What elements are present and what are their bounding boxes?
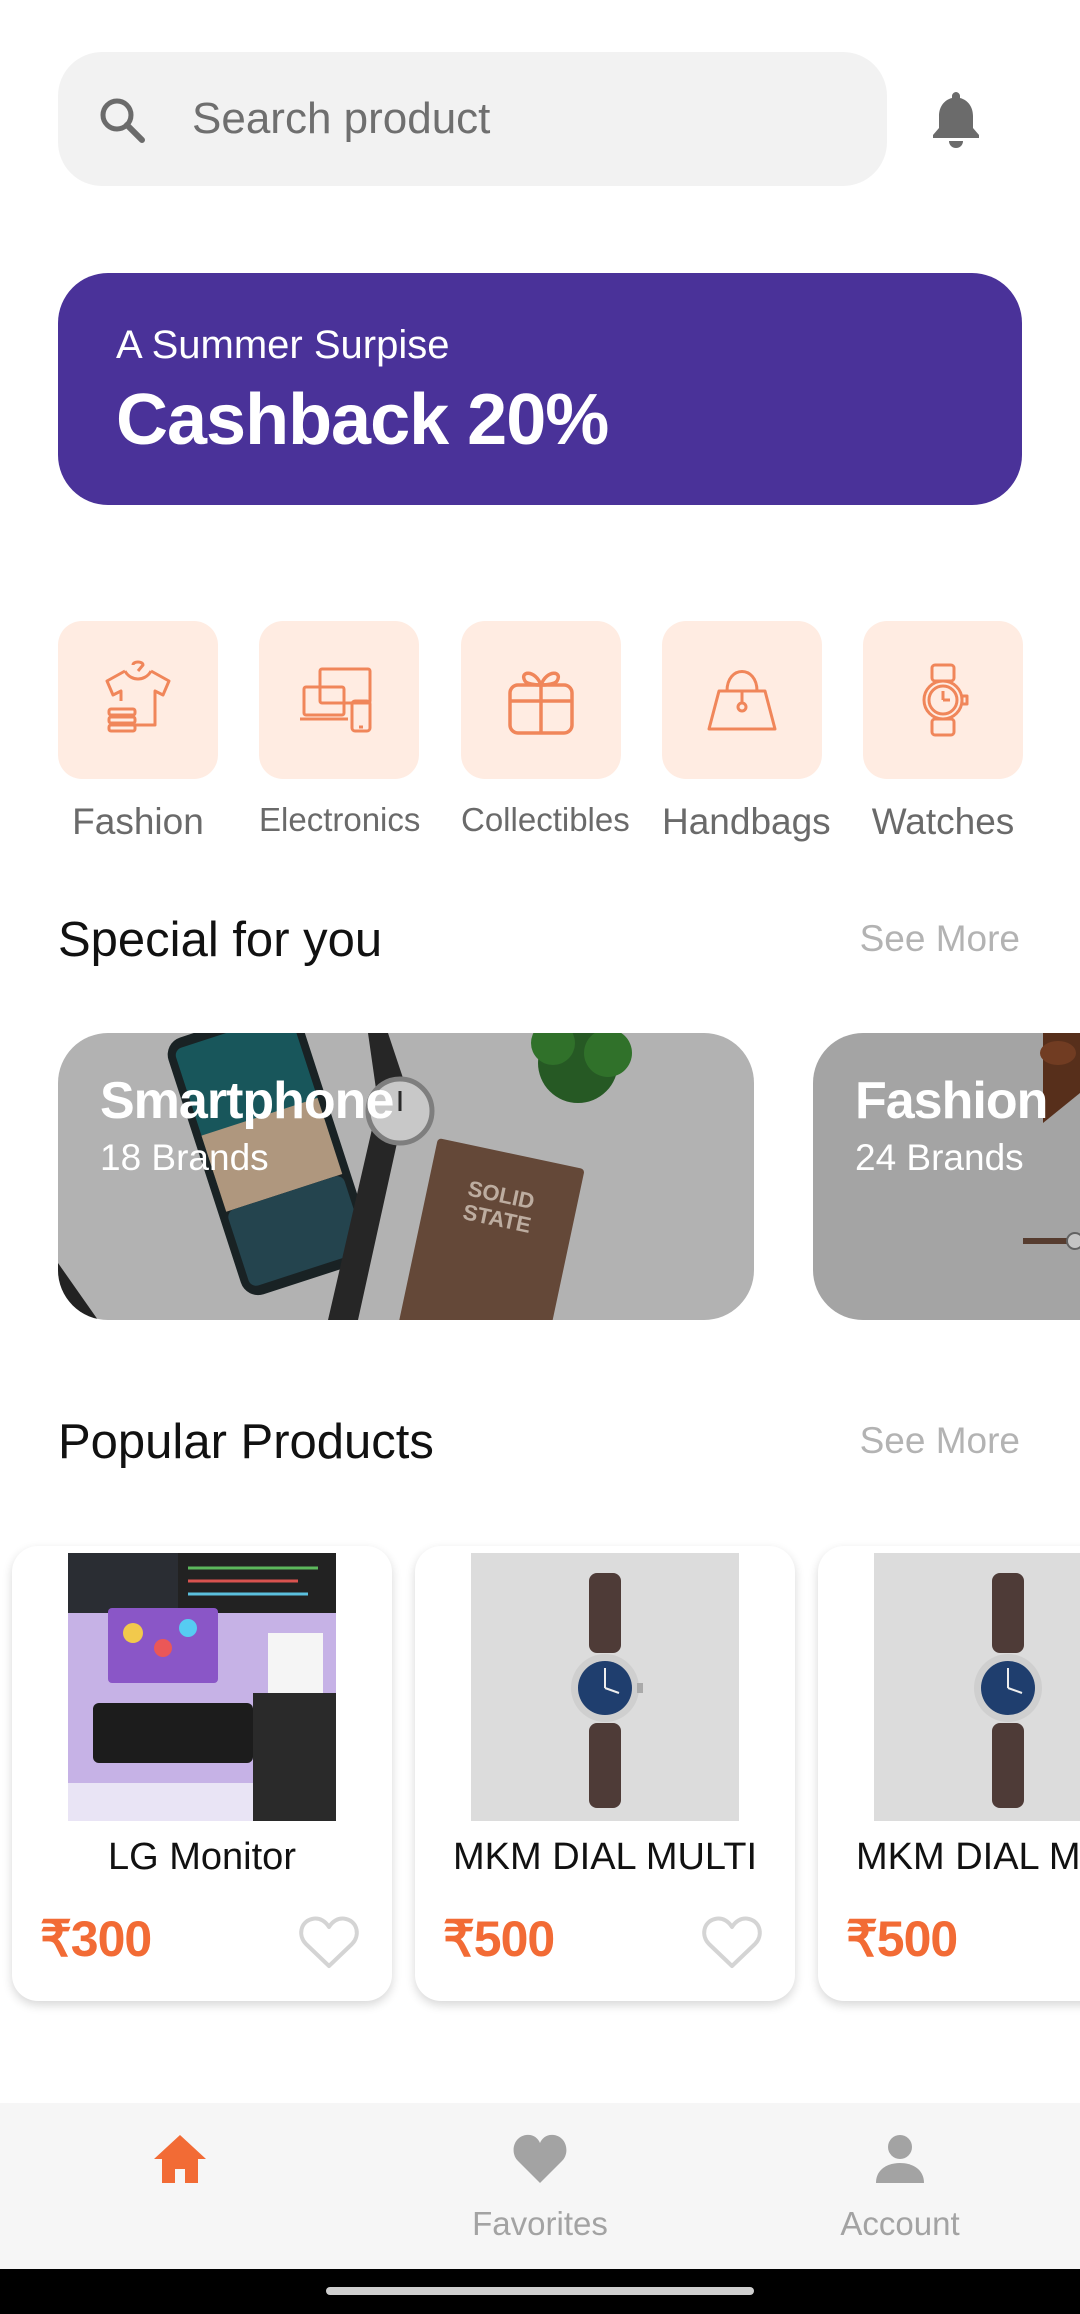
product-image [68,1553,336,1821]
nav-home[interactable] [0,2103,360,2269]
favorite-heart-icon[interactable] [298,1914,360,1970]
devices-icon [300,667,372,733]
favorite-heart-icon[interactable] [701,1914,763,1970]
search-input[interactable] [192,52,842,186]
promo-banner[interactable]: A Summer Surpise Cashback 20% [58,273,1022,505]
product-price: ₹300 [40,1911,152,1967]
product-name: LG Monitor [108,1836,296,1878]
user-icon [876,2135,924,2183]
bottom-nav: Favorites Account [0,2103,1080,2269]
nav-label: Favorites [472,2205,608,2242]
shirt-icon [105,660,171,733]
special-see-more-link[interactable]: See More [860,918,1020,960]
category-label: Fashion [72,801,204,842]
banner-title: Cashback 20% [116,380,609,460]
home-indicator[interactable] [326,2287,754,2295]
product-image [471,1553,739,1821]
bell-icon[interactable] [928,88,984,150]
special-card-fashion[interactable]: Fashion 24 Brands [813,1033,1080,1320]
category-label: Collectibles [461,801,630,838]
category-handbags[interactable]: Handbags [662,621,831,843]
popular-see-more-link[interactable]: See More [860,1420,1020,1462]
product-card[interactable]: MKM DIAL MULTI ₹500 [818,1546,1080,2001]
banner-subtitle: A Summer Surpise [116,323,450,367]
category-electronics[interactable]: Electronics [259,621,421,839]
category-label: Handbags [662,801,831,842]
product-name: MKM DIAL MULTI [452,1836,758,1878]
special-card-title: Fashion [855,1072,1048,1130]
special-card-title: Smartphone [100,1072,394,1130]
home-icon [154,2135,206,2183]
special-card-subtitle: 24 Brands [855,1137,1024,1178]
nav-account[interactable]: Account [720,2103,1080,2269]
nav-label: Account [840,2205,960,2242]
home-screen: A Summer Surpise Cashback 20% Fashion [0,0,1080,2314]
product-image [874,1553,1080,1821]
category-label: Electronics [259,801,421,838]
category-collectibles[interactable]: Collectibles [461,621,630,839]
product-card[interactable]: LG Monitor ₹300 [12,1546,392,2001]
heart-icon [513,2134,567,2183]
special-card-subtitle: 18 Brands [100,1137,269,1178]
category-label: Watches [871,801,1015,842]
product-price: ₹500 [846,1911,958,1967]
special-card-smartphone[interactable]: SOLID STATE Smartphone 18 Brands [58,1033,754,1320]
watch-icon [922,663,969,737]
special-section-title: Special for you [58,913,383,967]
product-price: ₹500 [443,1911,555,1967]
category-fashion[interactable]: Fashion [58,621,218,843]
search-icon [100,98,145,143]
handbag-icon [707,670,777,731]
product-name: MKM DIAL MULTI [855,1836,1080,1878]
popular-section-title: Popular Products [58,1415,434,1469]
product-card[interactable]: MKM DIAL MULTI ₹500 [415,1546,795,2001]
nav-favorites[interactable]: Favorites [360,2103,720,2269]
category-watches[interactable]: Watches [863,621,1023,843]
gift-icon [508,671,574,735]
